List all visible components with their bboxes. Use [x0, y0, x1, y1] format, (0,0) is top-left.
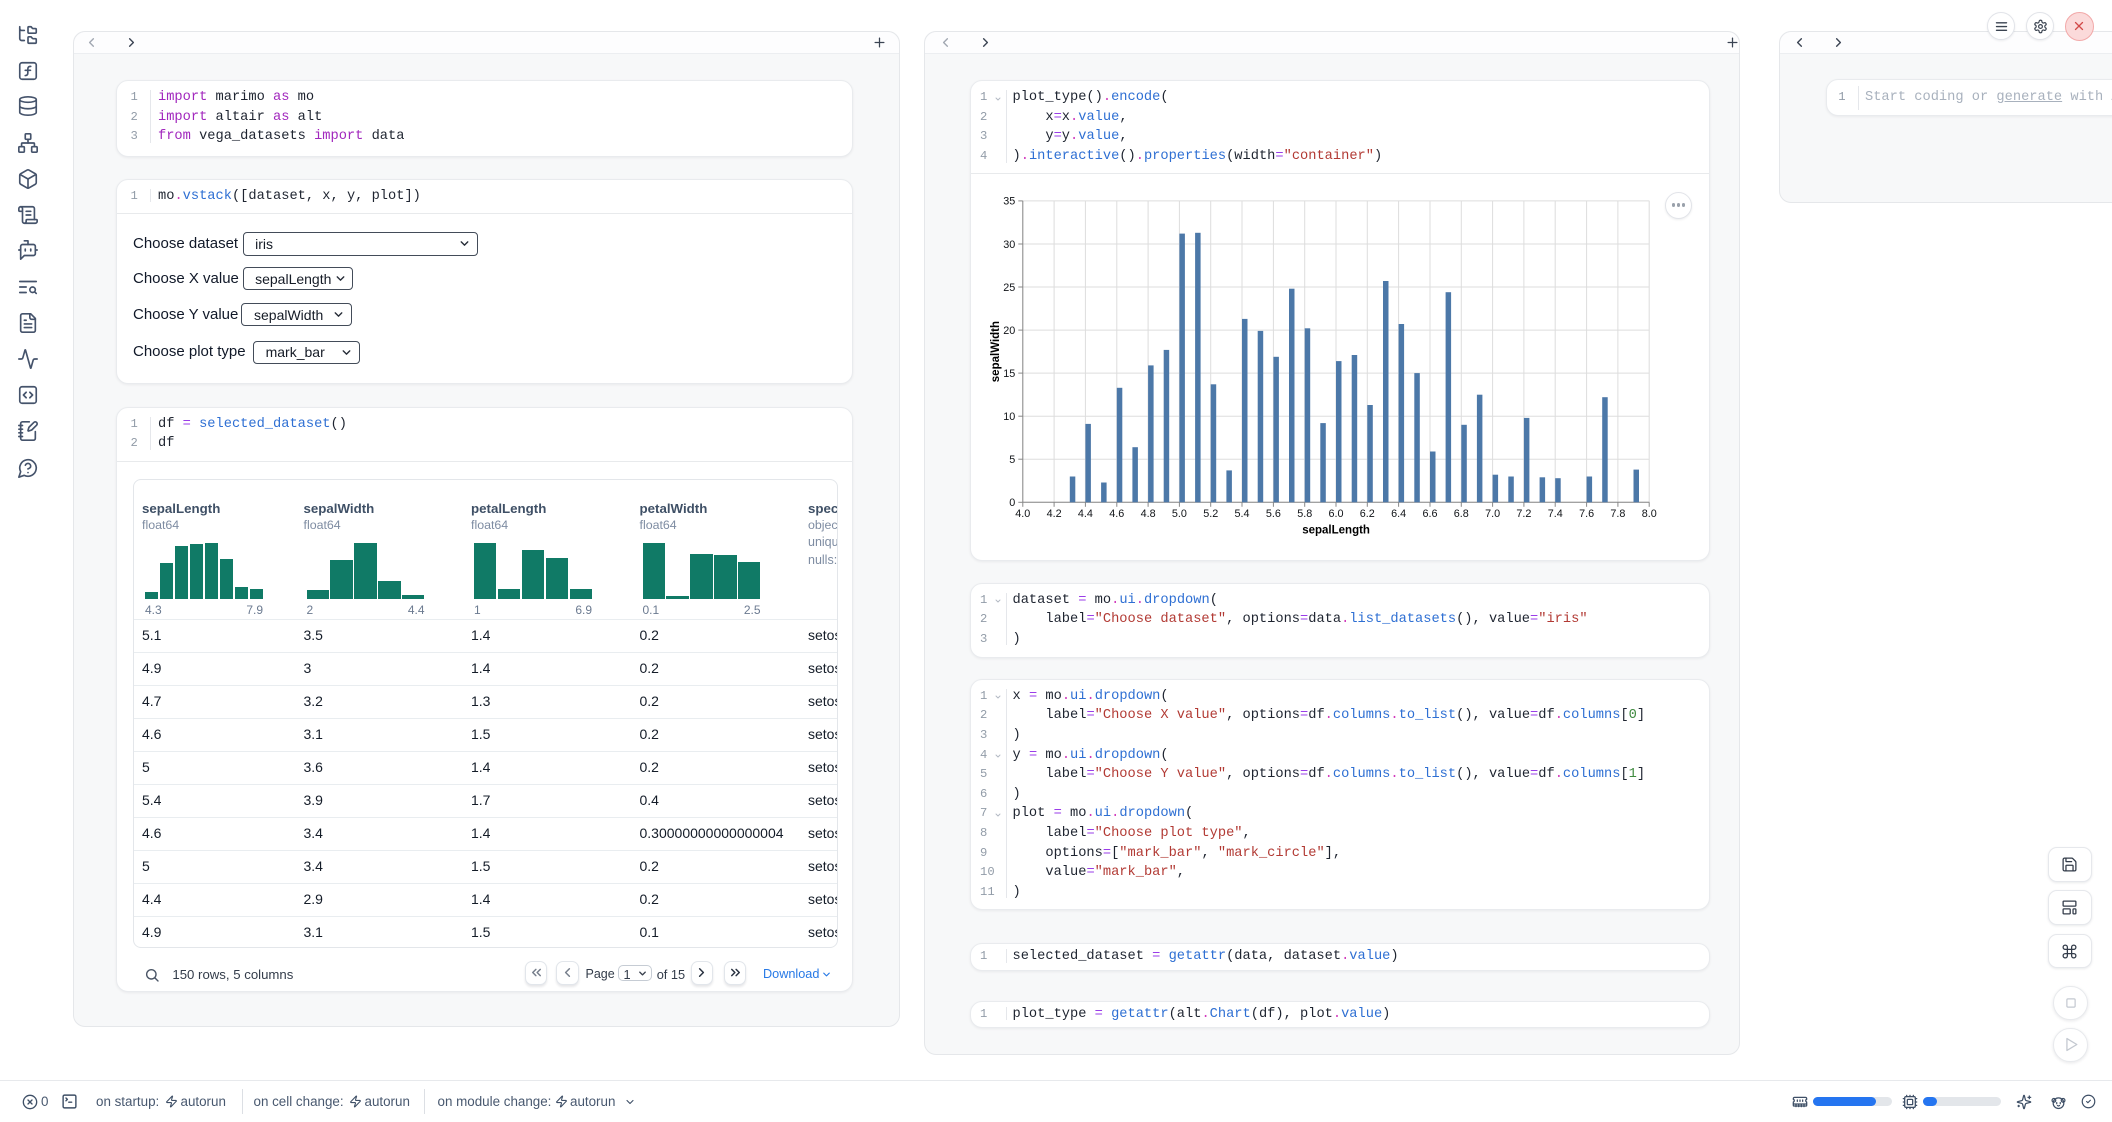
svg-text:5.2: 5.2: [1203, 508, 1218, 520]
svg-text:sepalLength: sepalLength: [1302, 524, 1370, 536]
svg-text:4.0: 4.0: [1015, 508, 1030, 520]
svg-text:6.2: 6.2: [1360, 508, 1375, 520]
svg-text:7.6: 7.6: [1579, 508, 1594, 520]
svg-text:sepalWidth: sepalWidth: [990, 321, 1002, 382]
svg-text:7.8: 7.8: [1610, 508, 1625, 520]
svg-text:35: 35: [1003, 196, 1015, 208]
svg-text:6.0: 6.0: [1328, 508, 1343, 520]
svg-text:5.0: 5.0: [1172, 508, 1187, 520]
svg-text:30: 30: [1003, 239, 1015, 251]
svg-text:4.4: 4.4: [1078, 508, 1093, 520]
svg-text:10: 10: [1003, 411, 1015, 423]
svg-text:0: 0: [1009, 497, 1015, 509]
svg-text:4.2: 4.2: [1047, 508, 1062, 520]
svg-text:6.8: 6.8: [1454, 508, 1469, 520]
svg-text:7.0: 7.0: [1485, 508, 1500, 520]
svg-text:5: 5: [1009, 454, 1015, 466]
svg-text:25: 25: [1003, 282, 1015, 294]
svg-text:7.4: 7.4: [1548, 508, 1563, 520]
svg-text:5.4: 5.4: [1234, 508, 1249, 520]
svg-text:6.4: 6.4: [1391, 508, 1406, 520]
svg-text:4.8: 4.8: [1141, 508, 1156, 520]
svg-text:8.0: 8.0: [1642, 508, 1657, 520]
svg-text:6.6: 6.6: [1422, 508, 1437, 520]
svg-text:15: 15: [1003, 368, 1015, 380]
svg-text:5.6: 5.6: [1266, 508, 1281, 520]
svg-text:20: 20: [1003, 325, 1015, 337]
svg-text:7.2: 7.2: [1516, 508, 1531, 520]
svg-text:4.6: 4.6: [1109, 508, 1124, 520]
svg-text:5.8: 5.8: [1297, 508, 1312, 520]
